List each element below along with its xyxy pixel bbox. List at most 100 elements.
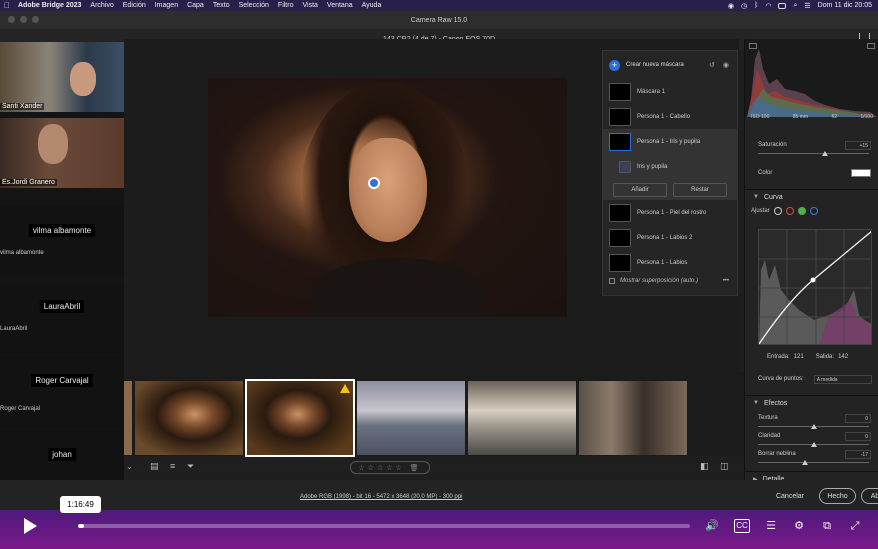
captions-icon[interactable]: CC xyxy=(734,519,750,533)
mask-label: Máscara 1 xyxy=(637,88,666,95)
progress-bar[interactable] xyxy=(78,524,690,528)
minimize-button[interactable] xyxy=(20,16,27,23)
mask-item-selected[interactable]: Persona 1 - Iris y pupila xyxy=(603,129,737,154)
picture-in-picture-icon[interactable]: ⧉ xyxy=(819,519,835,533)
film-thumbnail[interactable] xyxy=(135,381,243,455)
main-photo[interactable] xyxy=(208,78,567,317)
wifi-icon[interactable]: ◠ xyxy=(765,2,771,10)
menu-ayuda[interactable]: Ayuda xyxy=(362,2,382,9)
reset-icon[interactable]: ↺ xyxy=(709,61,715,69)
channel-red-icon[interactable] xyxy=(785,207,794,215)
workflow-options-link[interactable]: Adobe RGB (1998) - bit 16 - 5472 x 3648 … xyxy=(300,494,462,500)
channel-blue-icon[interactable] xyxy=(809,207,818,215)
menu-capa[interactable]: Capa xyxy=(187,2,204,9)
output-value[interactable]: 142 xyxy=(838,354,848,360)
participant-tile[interactable]: Roger Carvajal Roger Carvajal xyxy=(0,356,124,428)
screen-share-icon[interactable]: ◉ xyxy=(728,2,734,10)
apple-icon[interactable]:  xyxy=(4,1,10,10)
participant-tile[interactable]: vilma albamonte vilma albamonte xyxy=(0,206,124,278)
settings-icon[interactable]: ⚙ xyxy=(791,519,807,533)
battery-icon[interactable] xyxy=(778,2,787,9)
fullscreen-icon[interactable]: ⤢ xyxy=(847,519,863,533)
film-thumbnail[interactable] xyxy=(357,381,465,455)
compare-icon[interactable]: ◧ xyxy=(700,461,709,472)
texture-slider[interactable] xyxy=(758,424,869,430)
input-value[interactable]: 121 xyxy=(794,354,804,360)
sort-icon[interactable]: ≡ xyxy=(170,461,175,471)
saturation-value[interactable]: +15 xyxy=(845,140,871,150)
add-mask-icon[interactable]: + xyxy=(609,59,620,71)
participant-name: johan xyxy=(48,448,76,461)
dehaze-value[interactable]: -17 xyxy=(845,449,871,459)
film-thumbnail-selected[interactable] xyxy=(245,379,355,457)
menu-vista[interactable]: Vista xyxy=(302,2,317,9)
menu-edicion[interactable]: Edición xyxy=(123,2,146,9)
dehaze-slider[interactable] xyxy=(758,460,869,466)
menu-seleccion[interactable]: Selección xyxy=(239,2,269,9)
mask-pin-icon[interactable] xyxy=(368,177,380,189)
texture-value[interactable]: 0 xyxy=(845,413,871,423)
mask-component[interactable]: Iris y pupila xyxy=(603,154,737,179)
highlight-clip-icon[interactable] xyxy=(867,43,875,49)
clarity-value[interactable]: 0 xyxy=(845,431,871,441)
clock[interactable]: Dom 11 dic 20:05 xyxy=(818,2,872,9)
transcript-icon[interactable]: ☰ xyxy=(763,519,779,533)
menu-archivo[interactable]: Archivo xyxy=(90,2,113,9)
participant-tile[interactable]: LauraAbril LauraAbril xyxy=(0,282,124,354)
channel-rgb-icon[interactable] xyxy=(773,207,782,215)
cancel-button[interactable]: Cancelar xyxy=(770,488,810,504)
star-rating[interactable]: ☆☆☆☆☆ 🗑 xyxy=(350,461,430,474)
menu-texto[interactable]: Texto xyxy=(213,2,230,9)
participant-name: Roger Carvajal xyxy=(31,374,93,387)
bluetooth-icon[interactable]: ᛒ xyxy=(754,2,758,9)
point-curve-select[interactable]: A medida xyxy=(813,374,872,384)
curve-header[interactable]: ▼ Curva xyxy=(745,190,878,204)
saturation-slider[interactable] xyxy=(758,151,869,157)
subtract-button[interactable]: Restar xyxy=(673,182,727,197)
chevron-down-icon[interactable]: ⌄ xyxy=(126,462,133,471)
curve-section: ▼ Curva Ajustar xyxy=(745,189,878,218)
point-curve-control: Curva de puntos: A medida xyxy=(745,373,878,385)
mask-item[interactable]: Persona 1 - Piel del rostro xyxy=(603,200,737,225)
before-after-icon[interactable]: ◫ xyxy=(720,461,729,472)
play-icon[interactable] xyxy=(24,518,37,534)
more-icon[interactable]: ••• xyxy=(723,278,729,284)
mask-item[interactable]: Persona 1 - Cabello xyxy=(603,104,737,129)
volume-icon[interactable]: 🔊 xyxy=(704,519,720,533)
channel-green-icon[interactable] xyxy=(797,207,806,215)
film-thumbnail[interactable] xyxy=(579,381,687,455)
overlay-checkbox[interactable] xyxy=(609,278,615,284)
search-icon[interactable]: ⌕ xyxy=(793,2,797,10)
menu-filtro[interactable]: Filtro xyxy=(278,2,294,9)
color-swatch[interactable] xyxy=(851,169,871,177)
clarity-slider[interactable] xyxy=(758,442,869,448)
overlay-toggle[interactable]: Mostrar superposición (auto.) ••• xyxy=(603,271,737,291)
menu-ventana[interactable]: Ventana xyxy=(327,2,353,9)
create-mask-label[interactable]: Crear nueva máscara xyxy=(626,62,684,68)
menu-imagen[interactable]: Imagen xyxy=(155,2,178,9)
tone-curve[interactable] xyxy=(758,229,872,345)
video-player-controls: 1:16:49 🔊 CC ☰ ⚙ ⧉ ⤢ xyxy=(0,496,878,549)
mask-item[interactable]: Persona 1 - Labios 2 xyxy=(603,225,737,250)
control-center-icon[interactable]: ☰ xyxy=(804,2,810,10)
color-control: Color xyxy=(745,167,878,179)
visibility-icon[interactable]: ◉ xyxy=(723,61,729,69)
filmstrip-view-icon[interactable]: ▤ xyxy=(150,461,159,472)
mask-item[interactable]: Máscara 1 xyxy=(603,79,737,104)
mask-label: Persona 1 - Iris y pupila xyxy=(637,138,701,145)
done-button[interactable]: Hecho xyxy=(819,488,856,504)
film-thumbnail[interactable] xyxy=(468,381,576,455)
open-button[interactable]: Ab xyxy=(861,488,878,504)
zoom-button[interactable] xyxy=(32,16,39,23)
add-button[interactable]: Añadir xyxy=(613,182,667,197)
close-button[interactable] xyxy=(8,16,15,23)
shadow-clip-icon[interactable] xyxy=(749,43,757,49)
participant-video[interactable]: Es.Jordi Granero xyxy=(0,118,124,188)
app-menu[interactable]: Adobe Bridge 2023 xyxy=(18,2,81,9)
warning-icon[interactable] xyxy=(340,384,350,393)
effects-header[interactable]: ▼ Efectos xyxy=(745,396,878,410)
participant-video[interactable]: Santi Xander xyxy=(0,42,124,112)
time-machine-icon[interactable]: ◷ xyxy=(741,2,747,10)
film-thumbnail[interactable] xyxy=(124,381,132,455)
filter-icon[interactable]: ⏷ xyxy=(187,461,194,472)
